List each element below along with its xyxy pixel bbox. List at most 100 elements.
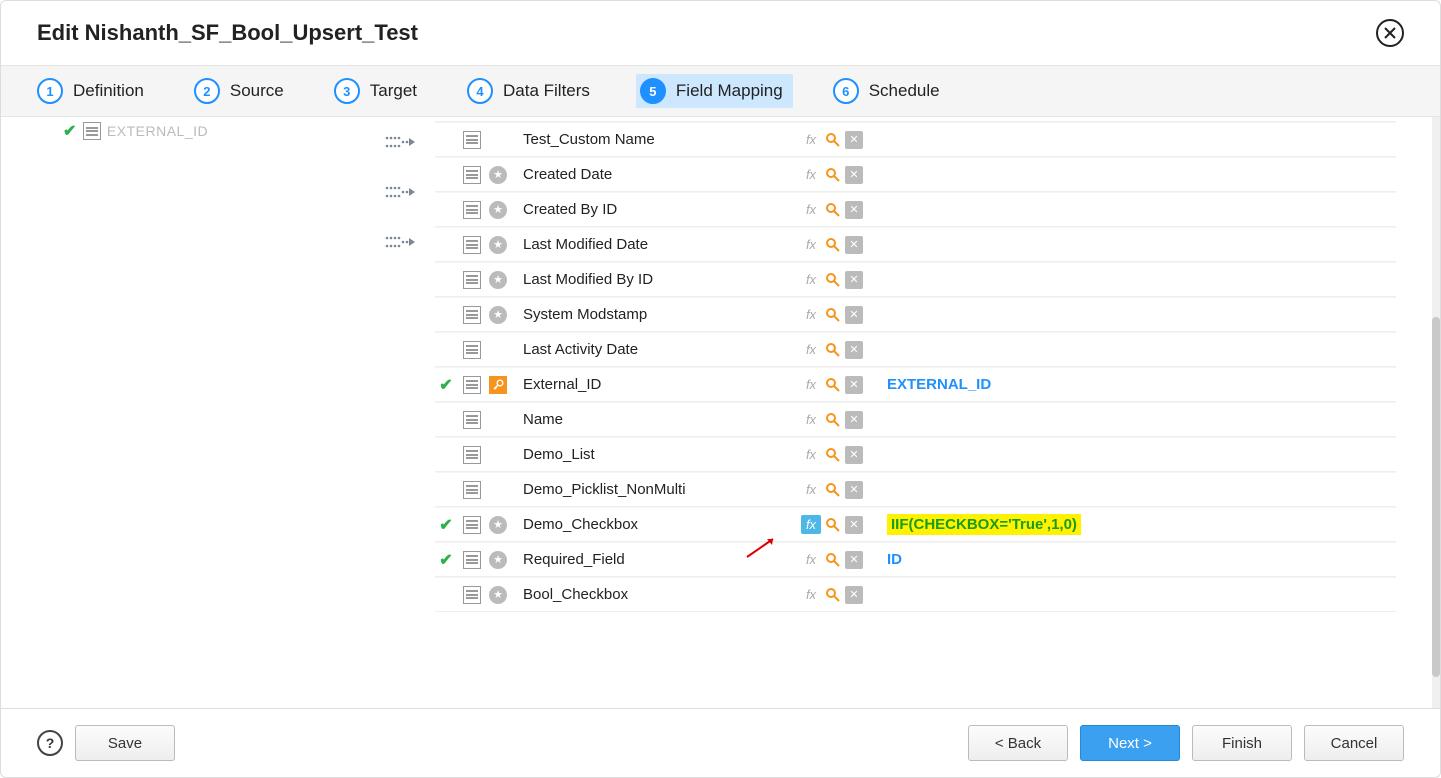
field-name: Last Modified By ID (515, 271, 795, 288)
lookup-icon[interactable] (823, 377, 843, 393)
field-name: External_ID (515, 376, 795, 393)
clear-icon[interactable]: ✕ (845, 166, 863, 184)
edit-task-modal: Edit Nishanth_SF_Bool_Upsert_Test 1Defin… (0, 0, 1441, 778)
lookup-icon[interactable] (823, 482, 843, 498)
scrollbar-thumb[interactable] (1432, 317, 1440, 677)
target-field-row[interactable]: Last Activity Datefx✕ (435, 332, 1396, 367)
back-button[interactable]: < Back (968, 725, 1068, 761)
save-button[interactable]: Save (75, 725, 175, 761)
clear-icon[interactable]: ✕ (845, 201, 863, 219)
wizard-steps: 1Definition 2Source 3Target 4 Data Filters 5F… (1, 65, 1440, 117)
step-number-icon: 4 (467, 78, 493, 104)
clear-icon[interactable]: ✕ (845, 341, 863, 359)
target-field-row[interactable]: Namefx ✕ (435, 402, 1396, 437)
clear-icon[interactable]: ✕ (845, 586, 863, 604)
step-number-icon: 2 (194, 78, 220, 104)
lookup-icon[interactable] (823, 587, 843, 603)
fx-icon[interactable]: fx (801, 447, 821, 462)
lookup-icon[interactable] (823, 202, 843, 218)
field-name: Demo_List (515, 446, 795, 463)
lookup-icon[interactable] (823, 167, 843, 183)
field-name: System Modstamp (515, 306, 795, 323)
list-icon (463, 166, 481, 184)
field-name: Name (515, 411, 795, 428)
target-field-row[interactable]: Demo_List fx ✕ (435, 437, 1396, 472)
target-field-row[interactable]: Test_Custom Namefx✕ (435, 122, 1396, 157)
wizard-step-data-filters[interactable]: 4 Data Filters (467, 78, 590, 104)
source-field-item[interactable]: ✔ EXTERNAL_ID (35, 117, 365, 145)
list-icon (463, 586, 481, 604)
fx-icon[interactable]: fx (801, 552, 821, 567)
lookup-icon[interactable] (823, 517, 843, 533)
source-fields-column: ✔ EXTERNAL_ID (35, 117, 365, 708)
wizard-step-definition[interactable]: 1Definition (37, 78, 144, 104)
fx-icon[interactable]: fx (801, 237, 821, 252)
wizard-step-target[interactable]: 3Target (334, 78, 417, 104)
target-field-row[interactable]: ★ System Modstamp fx ✕ (435, 297, 1396, 332)
fx-icon[interactable]: fx (801, 342, 821, 357)
finish-button[interactable]: Finish (1192, 725, 1292, 761)
field-name: Last Modified Date (515, 236, 795, 253)
cancel-button[interactable]: Cancel (1304, 725, 1404, 761)
list-icon (463, 551, 481, 569)
modal-footer: ? Save < Back Next > Finish Cancel (1, 708, 1440, 777)
dotted-arrow-icon (385, 235, 415, 249)
fx-icon[interactable]: fx (801, 482, 821, 497)
modal-title: Edit Nishanth_SF_Bool_Upsert_Test (37, 20, 418, 46)
list-icon (463, 411, 481, 429)
lookup-icon[interactable] (823, 272, 843, 288)
clear-icon[interactable]: ✕ (845, 411, 863, 429)
step-label: Data Filters (503, 81, 590, 101)
clear-icon[interactable]: ✕ (845, 516, 863, 534)
close-button[interactable] (1376, 19, 1404, 47)
field-name: Demo_Picklist_NonMulti (515, 481, 795, 498)
wizard-step-schedule[interactable]: 6Schedule (833, 78, 940, 104)
fx-icon[interactable]: fx (801, 515, 821, 534)
clear-icon[interactable]: ✕ (845, 271, 863, 289)
help-button[interactable]: ? (37, 730, 63, 756)
target-field-row[interactable]: ★Last Modified By IDfx✕ (435, 262, 1396, 297)
lookup-icon[interactable] (823, 412, 843, 428)
wizard-step-field-mapping[interactable]: 5Field Mapping (636, 74, 793, 108)
clear-icon[interactable]: ✕ (845, 376, 863, 394)
clear-icon[interactable]: ✕ (845, 551, 863, 569)
list-icon (463, 446, 481, 464)
target-field-row[interactable]: ✔External_IDfx✕EXTERNAL_ID (435, 367, 1396, 402)
fx-icon[interactable]: fx (801, 377, 821, 392)
list-icon (463, 341, 481, 359)
wizard-step-source[interactable]: 2Source (194, 78, 284, 104)
lookup-icon[interactable] (823, 447, 843, 463)
clear-icon[interactable]: ✕ (845, 446, 863, 464)
clear-icon[interactable]: ✕ (845, 131, 863, 149)
fx-icon[interactable]: fx (801, 132, 821, 147)
star-icon: ★ (489, 306, 507, 324)
clear-icon[interactable]: ✕ (845, 236, 863, 254)
fx-icon[interactable]: fx (801, 412, 821, 427)
expression-value: EXTERNAL_ID (887, 376, 1396, 393)
target-field-row[interactable]: ✔★Demo_Checkboxfx✕IIF(CHECKBOX='True',1,… (435, 507, 1396, 542)
target-field-row[interactable]: ★Created By IDfx✕ (435, 192, 1396, 227)
fx-icon[interactable]: fx (801, 272, 821, 287)
lookup-icon[interactable] (823, 552, 843, 568)
target-field-row[interactable]: ★Created Datefx✕ (435, 157, 1396, 192)
fx-icon[interactable]: fx (801, 587, 821, 602)
next-button[interactable]: Next > (1080, 725, 1180, 761)
lookup-icon[interactable] (823, 132, 843, 148)
target-field-row[interactable]: ★Last Modified Datefx✕ (435, 227, 1396, 262)
star-icon: ★ (489, 516, 507, 534)
clear-icon[interactable]: ✕ (845, 481, 863, 499)
fx-icon[interactable]: fx (801, 202, 821, 217)
step-label: Target (370, 81, 417, 101)
list-icon (463, 271, 481, 289)
lookup-icon[interactable] (823, 342, 843, 358)
target-field-row[interactable]: ★Bool_Checkboxfx✕ (435, 577, 1396, 612)
target-field-row[interactable]: ✔★Required_Fieldfx✕ID (435, 542, 1396, 577)
lookup-icon[interactable] (823, 307, 843, 323)
lookup-icon[interactable] (823, 237, 843, 253)
fx-icon[interactable]: fx (801, 167, 821, 182)
target-field-row[interactable]: Demo_Picklist_NonMulti fx ✕ (435, 472, 1396, 507)
clear-icon[interactable]: ✕ (845, 306, 863, 324)
scrollbar[interactable] (1432, 117, 1440, 708)
fx-icon[interactable]: fx (801, 307, 821, 322)
field-name: Created Date (515, 166, 795, 183)
